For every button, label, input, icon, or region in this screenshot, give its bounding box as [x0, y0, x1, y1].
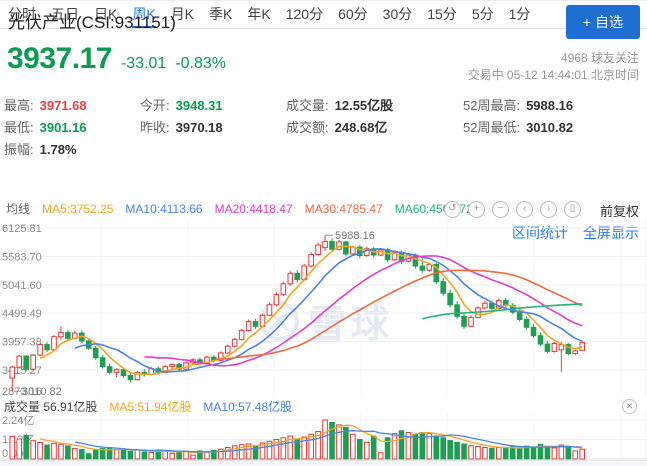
volume-ma5-value: MA5:51.94亿股 — [109, 398, 191, 415]
page-title: 光伏产业(CSI:931151) — [8, 8, 176, 33]
ma-legend-prefix: 均线 — [6, 200, 30, 217]
svg-text:4499.49: 4499.49 — [2, 308, 42, 320]
ma30-value: MA30:4785.47 — [305, 202, 383, 216]
stat-prev-close: 昨收: 3970.18 — [140, 117, 223, 139]
bottom-divider — [0, 460, 647, 466]
close-icon[interactable]: ✕ — [622, 399, 637, 414]
svg-text:2.24亿: 2.24亿 — [2, 414, 34, 427]
tab-15min[interactable]: 15分 — [427, 1, 457, 28]
chart-toolbar: ↺ + − ‹ › ▯ — [444, 201, 581, 218]
price-row: 3937.17 -33.01 -0.83% — [7, 42, 226, 76]
ma-legend: 均线 MA5:3752.25 MA10:4113.66 MA20:4418.47… — [6, 200, 473, 217]
scroll-left-icon[interactable]: ‹ — [516, 201, 533, 218]
stat-amplitude: 振幅: 1.78% — [4, 139, 87, 161]
tab-quarterly-k[interactable]: 季K — [209, 1, 232, 28]
stat-low: 最低: 3901.16 — [4, 117, 87, 139]
stat-high: 最高: 3971.68 — [4, 95, 87, 117]
svg-text:6125.81: 6125.81 — [2, 223, 42, 235]
price-chart[interactable]: 6125.815583.705041.604499.493957.383415.… — [0, 218, 647, 398]
price-change-percent: -0.83% — [175, 55, 226, 73]
stats-column-3: 成交量: 12.55亿股 成交额: 248.68亿 — [286, 95, 393, 139]
svg-text:5988.16: 5988.16 — [335, 230, 375, 242]
stat-open: 今开: 3948.31 — [140, 95, 223, 117]
undo-icon[interactable]: ↺ — [444, 201, 461, 218]
zoom-in-icon[interactable]: + — [468, 201, 485, 218]
ma20-value: MA20:4418.47 — [215, 202, 293, 216]
volume-label: 成交量 56.91亿股 — [4, 398, 97, 415]
volume-ma10-value: MA10:57.48亿股 — [203, 398, 292, 415]
volume-legend: 成交量 56.91亿股 MA5:51.94亿股 MA10:57.48亿股 — [4, 398, 292, 415]
tab-30min[interactable]: 30分 — [383, 1, 413, 28]
svg-text:3010.82: 3010.82 — [22, 386, 62, 398]
stats-column-2: 今开: 3948.31 昨收: 3970.18 — [140, 95, 223, 139]
stats-column-1: 最高: 3971.68 最低: 3901.16 振幅: 1.78% — [4, 95, 87, 161]
tab-120min[interactable]: 120分 — [286, 1, 323, 28]
stat-volume: 成交量: 12.55亿股 — [286, 95, 393, 117]
scroll-right-icon[interactable]: › — [540, 201, 557, 218]
volume-chart[interactable]: 2.24亿1.12亿0.00 — [0, 413, 647, 460]
price-change: -33.01 — [121, 55, 166, 73]
svg-text:5041.60: 5041.60 — [2, 280, 42, 292]
svg-text:3957.38: 3957.38 — [2, 337, 42, 349]
current-price: 3937.17 — [7, 42, 112, 76]
stock-detail-page: 光伏产业(CSI:931151) + 自选 3937.17 -33.01 -0.… — [0, 0, 647, 466]
phone-icon[interactable]: ▯ — [564, 201, 581, 218]
ma10-value: MA10:4113.66 — [125, 202, 202, 216]
svg-text:5583.70: 5583.70 — [2, 251, 42, 263]
stat-turnover: 成交额: 248.68亿 — [286, 117, 393, 139]
tab-5min[interactable]: 5分 — [472, 1, 494, 28]
zoom-out-icon[interactable]: − — [492, 201, 509, 218]
tab-yearly-k[interactable]: 年K — [247, 1, 270, 28]
ma5-value: MA5:3752.25 — [42, 202, 113, 216]
tab-60min[interactable]: 60分 — [338, 1, 368, 28]
